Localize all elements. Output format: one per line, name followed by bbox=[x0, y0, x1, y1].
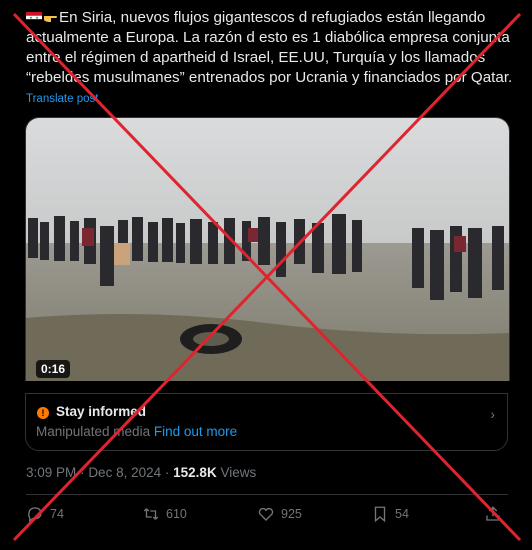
pointing-hand-icon bbox=[44, 16, 57, 22]
repost-button[interactable]: 610 bbox=[142, 505, 187, 523]
views-label: Views bbox=[220, 465, 257, 480]
syria-flag-icon bbox=[26, 12, 42, 23]
like-button[interactable]: 925 bbox=[257, 505, 302, 523]
video-frame bbox=[26, 118, 509, 381]
info-icon: ! bbox=[37, 407, 49, 419]
views-count: 152.8K bbox=[173, 465, 217, 480]
reply-count: 74 bbox=[50, 507, 64, 521]
share-icon bbox=[486, 506, 500, 521]
meta-separator: · bbox=[80, 465, 85, 480]
post-meta: 3:09 PM · Dec 8, 2024 · 152.8K Views bbox=[26, 465, 256, 480]
share-button[interactable] bbox=[484, 505, 502, 523]
repost-count: 610 bbox=[166, 507, 187, 521]
bookmark-count: 54 bbox=[395, 507, 409, 521]
note-subtitle-text: Manipulated media bbox=[36, 424, 151, 439]
find-out-more-link[interactable]: Find out more bbox=[154, 424, 237, 439]
action-bar: 74 610 925 54 bbox=[26, 505, 508, 529]
post-date[interactable]: Dec 8, 2024 bbox=[88, 465, 161, 480]
meta-separator: · bbox=[164, 465, 170, 480]
translate-post-link[interactable]: Translate post bbox=[26, 93, 98, 105]
post-body: En Siria, nuevos flujos gigantescos d re… bbox=[26, 9, 513, 86]
stay-informed-note[interactable]: ! Stay informed Manipulated media Find o… bbox=[25, 393, 508, 451]
like-count: 925 bbox=[281, 507, 302, 521]
note-subtitle: Manipulated media Find out more bbox=[36, 424, 237, 439]
reply-button[interactable]: 74 bbox=[26, 505, 64, 523]
video-duration-badge: 0:16 bbox=[36, 360, 71, 378]
post-text: En Siria, nuevos flujos gigantescos d re… bbox=[26, 8, 516, 88]
chevron-right-icon: › bbox=[490, 406, 495, 422]
note-title: Stay informed bbox=[56, 404, 147, 419]
heart-icon bbox=[258, 507, 274, 521]
video-media[interactable] bbox=[25, 117, 510, 381]
bookmark-button[interactable]: 54 bbox=[371, 505, 409, 523]
post-time[interactable]: 3:09 PM bbox=[26, 465, 76, 480]
repost-icon bbox=[143, 508, 159, 520]
reply-icon bbox=[28, 507, 42, 523]
divider bbox=[26, 494, 508, 495]
bookmark-icon bbox=[374, 506, 386, 523]
